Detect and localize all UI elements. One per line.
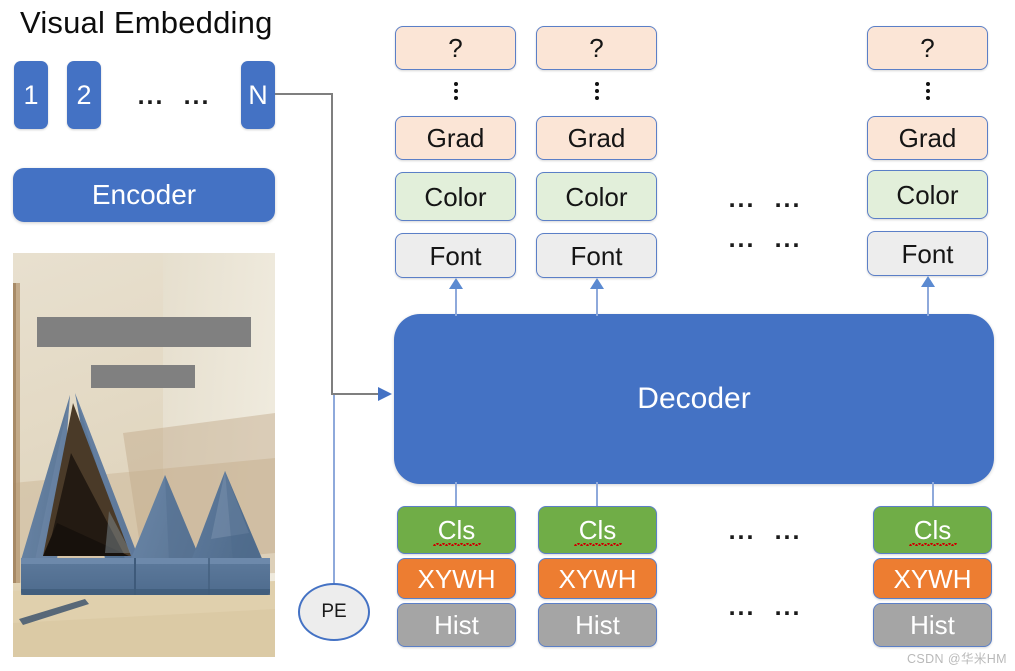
embedding-token-2[interactable]: 2: [67, 61, 101, 129]
connector-cls-1-to-decoder: [455, 482, 457, 506]
output-token-question-2-label: ?: [589, 33, 604, 63]
arrow-shaft-decoder-to-font-2: [596, 286, 598, 316]
connector-n-horizontal: [275, 93, 333, 95]
output-token-question-1[interactable]: ?: [395, 26, 516, 70]
output-token-color-n-label: Color: [896, 179, 959, 210]
output-token-grad-1-label: Grad: [426, 123, 485, 153]
output-token-grad-n-label: Grad: [898, 123, 957, 153]
input-middle-dots-upper-2: ...: [774, 516, 802, 545]
embedding-token-1[interactable]: 1: [14, 61, 48, 129]
input-token-hist-1[interactable]: Hist: [397, 603, 516, 647]
watermark: CSDN @华米HM: [906, 652, 1007, 666]
output-token-color-1-label: Color: [424, 181, 487, 212]
output-middle-dots-upper-1: ...: [728, 184, 756, 213]
decoder-block[interactable]: Decoder: [394, 314, 994, 484]
connector-n-into-decoder: [331, 393, 381, 395]
output-token-font-n[interactable]: Font: [867, 231, 988, 276]
input-token-xywh-n[interactable]: XYWH: [873, 558, 992, 599]
output-middle-dots-lower-2: ...: [774, 224, 802, 253]
input-token-hist-2[interactable]: Hist: [538, 603, 657, 647]
redaction-bar-1: [37, 317, 251, 347]
spellcheck-squiggle-icon: [432, 543, 481, 546]
input-token-xywh-1[interactable]: XYWH: [397, 558, 516, 599]
output-column-1-vertical-dots: [395, 78, 516, 104]
output-token-color-1[interactable]: Color: [395, 172, 516, 221]
embedding-token-n-label: N: [248, 79, 268, 110]
encoder-label: Encoder: [91, 179, 197, 210]
embedding-token-2-label: 2: [76, 79, 92, 110]
input-token-hist-n[interactable]: Hist: [873, 603, 992, 647]
arrow-shaft-decoder-to-font-n: [927, 284, 929, 316]
input-token-xywh-2[interactable]: XYWH: [538, 558, 657, 599]
output-token-question-n-label: ?: [920, 33, 935, 63]
input-token-cls-1-label: Cls: [437, 515, 476, 545]
output-token-question-1-label: ?: [448, 33, 463, 63]
arrowhead-into-decoder: [378, 387, 392, 401]
embedding-token-n[interactable]: N: [241, 61, 275, 129]
output-middle-dots-lower-1: ...: [728, 224, 756, 253]
output-token-color-2[interactable]: Color: [536, 172, 657, 221]
connector-cls-2-to-decoder: [596, 482, 598, 506]
embedding-ellipsis-1: ...: [137, 81, 165, 110]
embedding-token-1-label: 1: [23, 79, 39, 110]
pe-label: PE: [321, 601, 347, 622]
arrowhead-decoder-to-font-2: [590, 278, 604, 289]
diagram-canvas: Visual Embedding 1 2 ... ... N Encoder P…: [0, 0, 1015, 671]
input-token-cls-1[interactable]: Cls: [397, 506, 516, 554]
arrowhead-decoder-to-font-n: [921, 276, 935, 287]
encoder-block[interactable]: Encoder: [13, 168, 275, 222]
page-title: Visual Embedding: [20, 5, 273, 40]
output-column-2-vertical-dots: [536, 78, 657, 104]
input-middle-dots-lower-1: ...: [728, 592, 756, 621]
arrowhead-decoder-to-font-1: [449, 278, 463, 289]
input-middle-dots-lower-2: ...: [774, 592, 802, 621]
input-image-illustration: [13, 253, 275, 657]
spellcheck-squiggle-icon: [908, 543, 957, 546]
redaction-bar-2: [91, 365, 195, 388]
input-token-cls-2-label: Cls: [578, 515, 617, 545]
input-token-cls-n-label: Cls: [913, 515, 952, 545]
input-token-xywh-n-label: XYWH: [893, 563, 972, 594]
output-token-font-1[interactable]: Font: [395, 233, 516, 278]
output-token-grad-2[interactable]: Grad: [536, 116, 657, 160]
output-column-n-vertical-dots: [867, 78, 988, 104]
output-token-grad-1[interactable]: Grad: [395, 116, 516, 160]
arrow-shaft-decoder-to-font-1: [455, 286, 457, 316]
spellcheck-squiggle-icon: [573, 543, 622, 546]
input-middle-dots-upper-1: ...: [728, 516, 756, 545]
input-token-cls-n[interactable]: Cls: [873, 506, 992, 554]
output-token-grad-n[interactable]: Grad: [867, 116, 988, 160]
output-middle-dots-upper-2: ...: [774, 184, 802, 213]
output-token-color-n[interactable]: Color: [867, 170, 988, 219]
output-token-question-2[interactable]: ?: [536, 26, 657, 70]
output-token-font-n-label: Font: [901, 238, 954, 269]
output-token-font-2[interactable]: Font: [536, 233, 657, 278]
input-token-xywh-1-label: XYWH: [417, 563, 496, 594]
connector-n-vertical: [331, 93, 333, 394]
output-token-grad-2-label: Grad: [567, 123, 626, 153]
connector-cls-n-to-decoder: [932, 482, 934, 506]
embedding-ellipsis-2: ...: [183, 81, 211, 110]
output-token-font-2-label: Font: [570, 240, 623, 271]
decoder-label: Decoder: [637, 382, 751, 415]
output-token-color-2-label: Color: [565, 181, 628, 212]
connector-pe-vertical: [333, 395, 335, 585]
input-token-hist-2-label: Hist: [575, 610, 620, 640]
input-token-hist-n-label: Hist: [910, 610, 955, 640]
output-token-font-1-label: Font: [429, 240, 482, 271]
input-token-hist-1-label: Hist: [434, 610, 479, 640]
input-image: [13, 253, 275, 657]
input-token-cls-2[interactable]: Cls: [538, 506, 657, 554]
input-token-xywh-2-label: XYWH: [558, 563, 637, 594]
output-token-question-n[interactable]: ?: [867, 26, 988, 70]
positional-encoding-node[interactable]: PE: [298, 583, 370, 641]
